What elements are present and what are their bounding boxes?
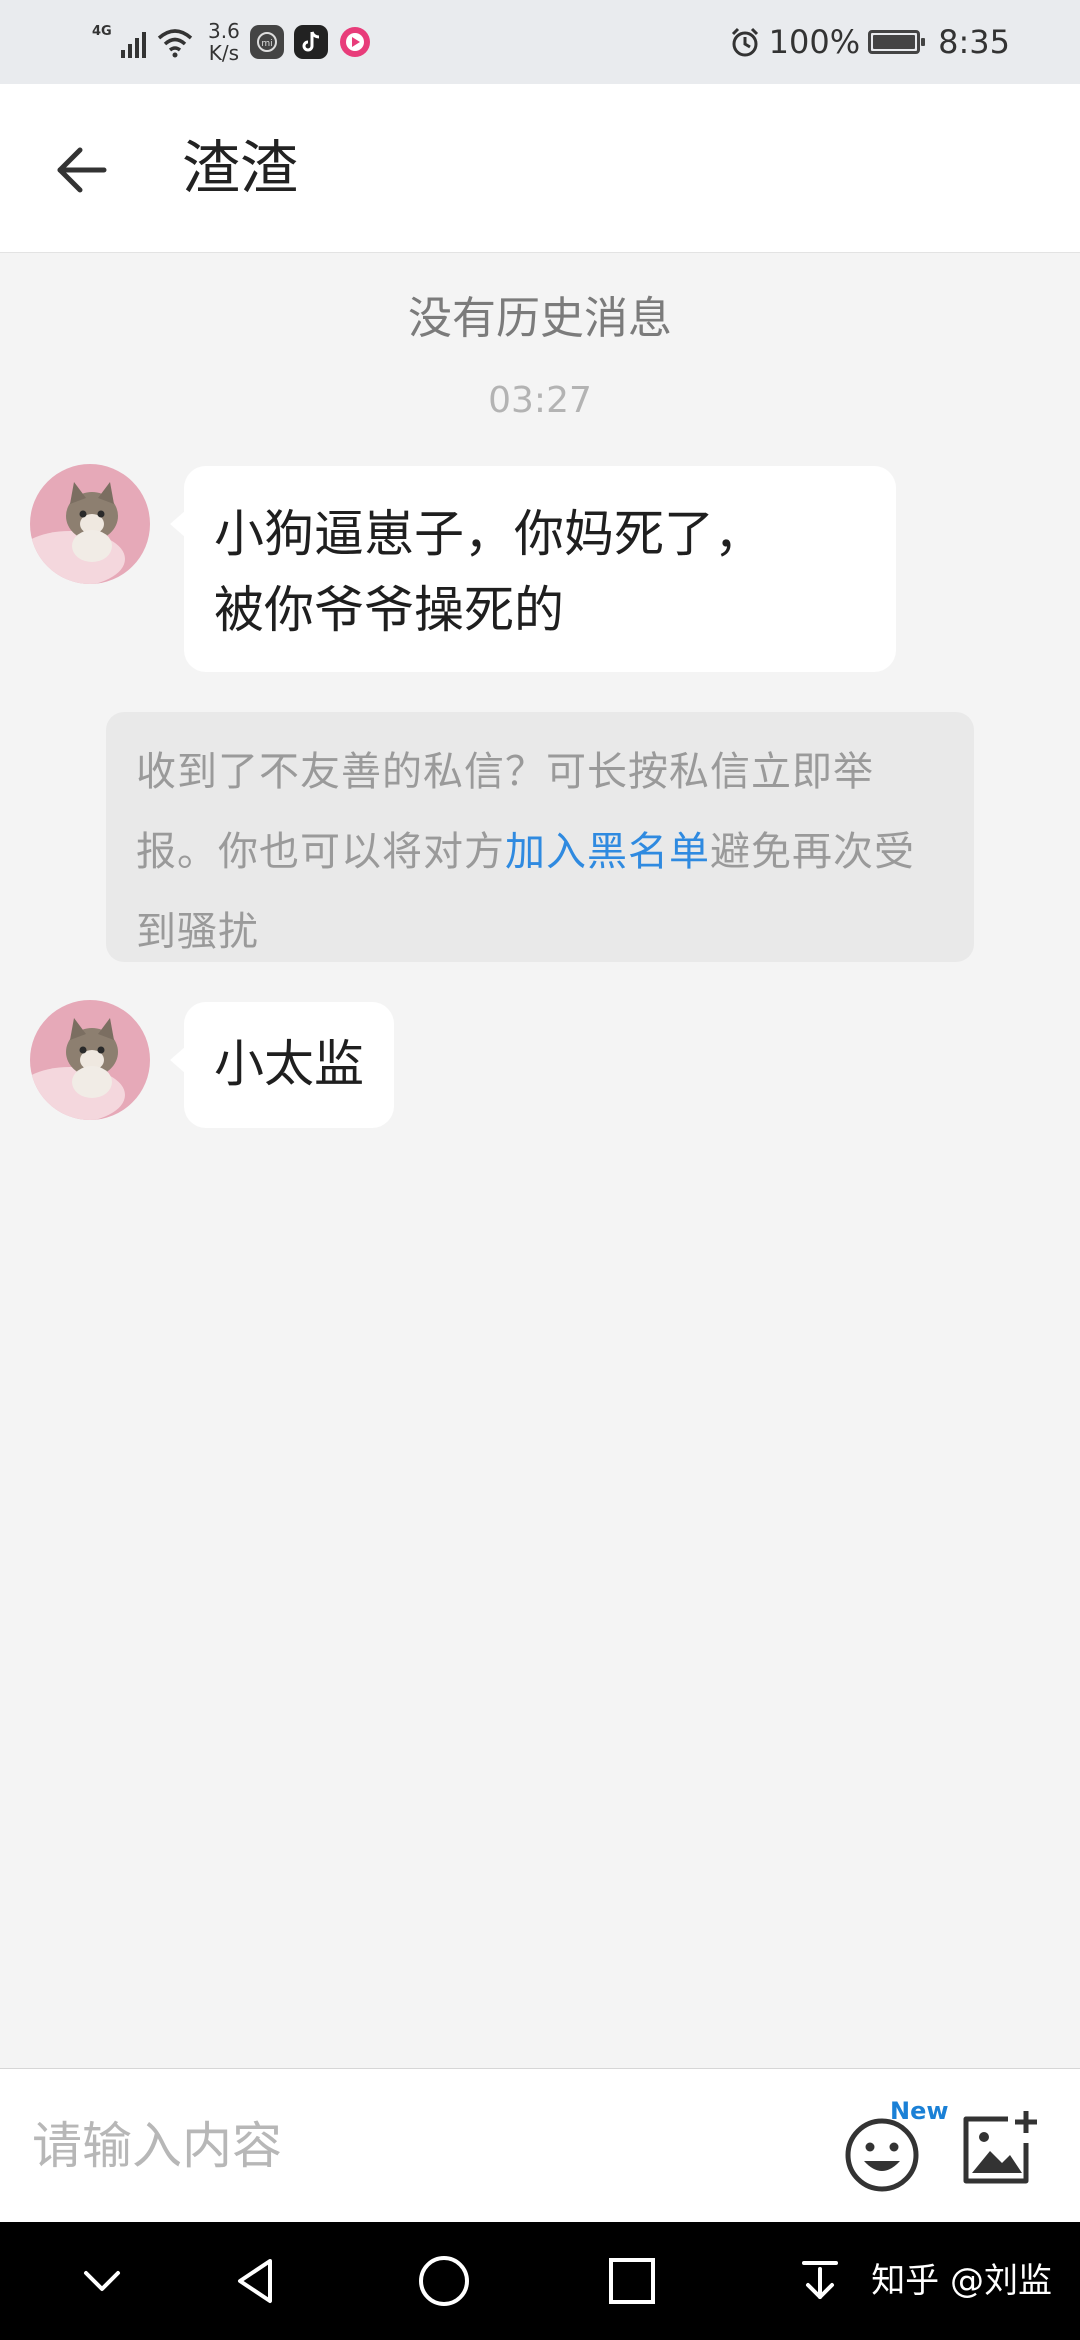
chat-header: 渣渣 (0, 84, 1080, 253)
chevron-down-icon[interactable] (72, 2251, 132, 2311)
input-bar: 请输入内容 New (0, 2068, 1080, 2223)
battery-percent: 100% (768, 23, 861, 61)
recents-square-icon[interactable] (602, 2251, 662, 2311)
wifi-icon (157, 29, 193, 58)
home-circle-icon[interactable] (414, 2251, 474, 2311)
message-line: 被你爷爷操死的 (214, 581, 564, 639)
alarm-icon (731, 27, 758, 57)
message-line: 小太监 (214, 1035, 364, 1093)
message-line: 小狗逼崽子，你妈死了， (214, 505, 764, 563)
status-bar: 4G 3.6 K/s mi 100% 8:35 (0, 0, 1080, 84)
arrow-left-icon[interactable] (52, 140, 112, 200)
page-title: 渣渣 (182, 134, 299, 202)
tiktok-icon (293, 25, 328, 59)
avatar[interactable] (30, 1000, 150, 1120)
network-speed: 3.6 K/s (208, 19, 240, 65)
no-history-label: 没有历史消息 (408, 293, 672, 344)
navigation-bar: 知乎 @刘监 (0, 2222, 1080, 2340)
back-triangle-icon[interactable] (226, 2251, 286, 2311)
emoji-icon[interactable] (842, 2115, 922, 2195)
notification-pull-icon[interactable] (790, 2251, 850, 2311)
mi-app-icon: mi (249, 25, 284, 59)
avatar[interactable] (30, 464, 150, 584)
clock: 8:35 (938, 23, 1010, 61)
signal-icon: 4G (92, 22, 146, 62)
add-image-icon[interactable] (956, 2107, 1040, 2191)
timestamp: 03:27 (488, 380, 592, 421)
safety-notice: 收到了不友善的私信？可长按私信立即举报。你也可以将对方加入黑名单避免再次受到骚扰 (106, 712, 974, 962)
new-badge: New (890, 2097, 949, 2125)
battery-icon (868, 30, 926, 54)
blacklist-link[interactable]: 加入黑名单 (505, 829, 710, 875)
video-app-icon (338, 25, 372, 59)
status-right: 100% 8:35 (729, 18, 1010, 66)
message-input[interactable]: 请输入内容 (32, 2069, 282, 2223)
message-bubble[interactable]: 小太监 (170, 1002, 394, 1128)
status-left: 4G 3.6 K/s mi (92, 18, 372, 66)
watermark: 知乎 @刘监 (871, 2261, 1052, 2301)
message-bubble[interactable]: 小狗逼崽子，你妈死了， 被你爷爷操死的 (170, 466, 896, 672)
svg-text:mi: mi (261, 39, 272, 49)
network-type: 4G (92, 24, 112, 39)
